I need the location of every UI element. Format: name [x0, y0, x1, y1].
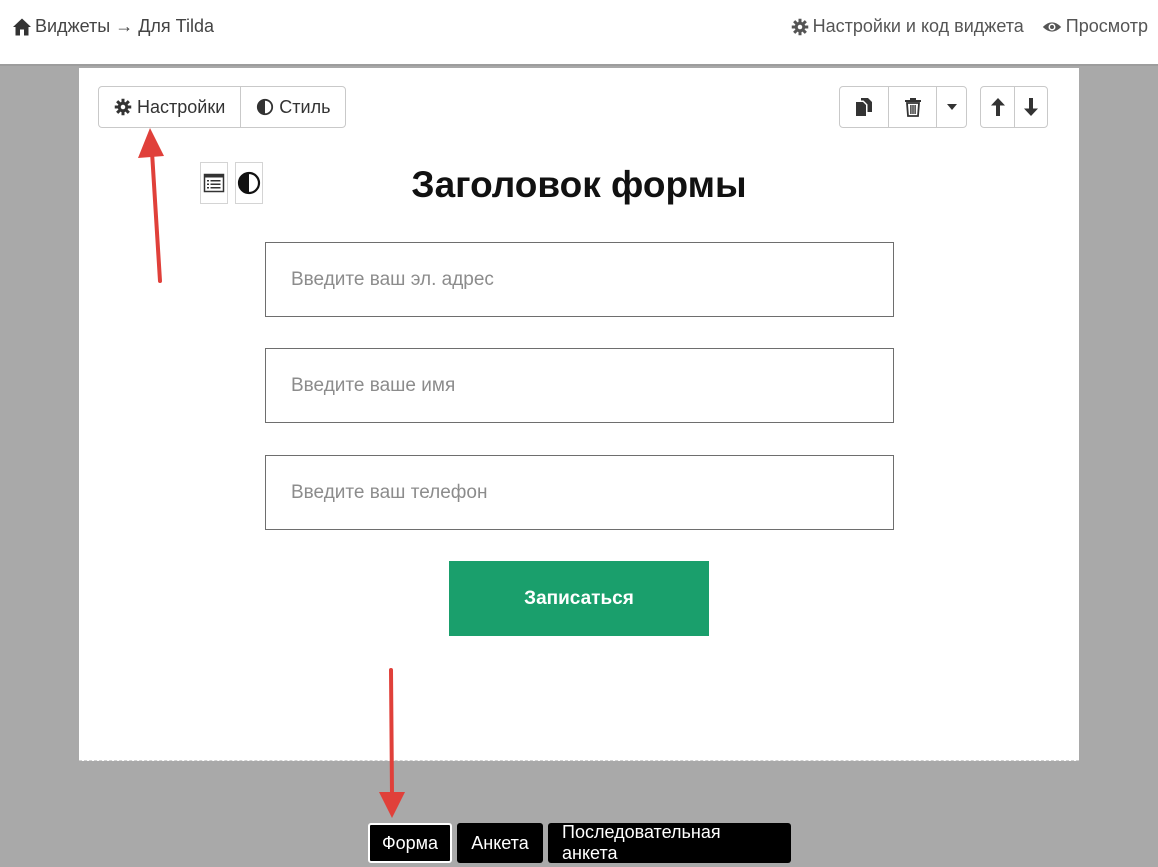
- phone-field[interactable]: [265, 455, 894, 530]
- breadcrumb[interactable]: Виджеты → Для Tilda: [12, 16, 214, 37]
- copy-icon: [856, 98, 872, 116]
- style-label: Стиль: [279, 96, 331, 117]
- preview-label: Просмотр: [1065, 16, 1148, 36]
- form-title[interactable]: Заголовок формы: [79, 164, 1079, 206]
- widget-type-tabs: Форма Анкета Последовательная анкета: [368, 822, 791, 863]
- gear-icon: [114, 98, 132, 116]
- arrow-up-icon: [990, 98, 1005, 116]
- name-field[interactable]: [265, 348, 894, 423]
- widget-settings-link[interactable]: Настройки и код виджета: [791, 16, 1024, 37]
- submit-button[interactable]: Записаться: [449, 561, 709, 636]
- settings-style-group: Настройки Стиль: [98, 86, 347, 128]
- more-actions-dropdown[interactable]: [936, 87, 966, 127]
- home-icon: [13, 18, 31, 35]
- breadcrumb-text: Виджеты → Для Tilda: [35, 16, 214, 36]
- settings-button[interactable]: Настройки: [99, 87, 240, 127]
- settings-label: Настройки: [137, 96, 226, 117]
- preview-link[interactable]: Просмотр: [1042, 16, 1148, 37]
- block-actions-group: [839, 86, 967, 128]
- widget-canvas: Настройки Стиль Заголовок формы Введите …: [79, 68, 1079, 761]
- trash-icon: [904, 98, 921, 117]
- move-block-group: [980, 86, 1048, 128]
- tab-questionnaire[interactable]: Анкета: [457, 823, 543, 863]
- eye-icon: [1042, 21, 1061, 32]
- style-button[interactable]: Стиль: [240, 87, 345, 127]
- move-down-button[interactable]: [1014, 87, 1047, 127]
- move-up-button[interactable]: [981, 87, 1014, 127]
- delete-button[interactable]: [888, 87, 936, 127]
- email-field[interactable]: [265, 242, 894, 317]
- arrow-down-icon: [1024, 98, 1038, 116]
- widget-settings-label: Настройки и код виджета: [812, 16, 1024, 36]
- caret-down-icon: [946, 104, 957, 110]
- tab-form[interactable]: Форма: [368, 823, 452, 863]
- copy-button[interactable]: [840, 87, 888, 127]
- tab-sequential-questionnaire[interactable]: Последовательная анкета: [548, 822, 791, 863]
- gear-icon: [791, 18, 808, 35]
- half-circle-icon: [257, 98, 274, 116]
- top-bar: Виджеты → Для Tilda Настройки и код видж…: [0, 0, 1158, 66]
